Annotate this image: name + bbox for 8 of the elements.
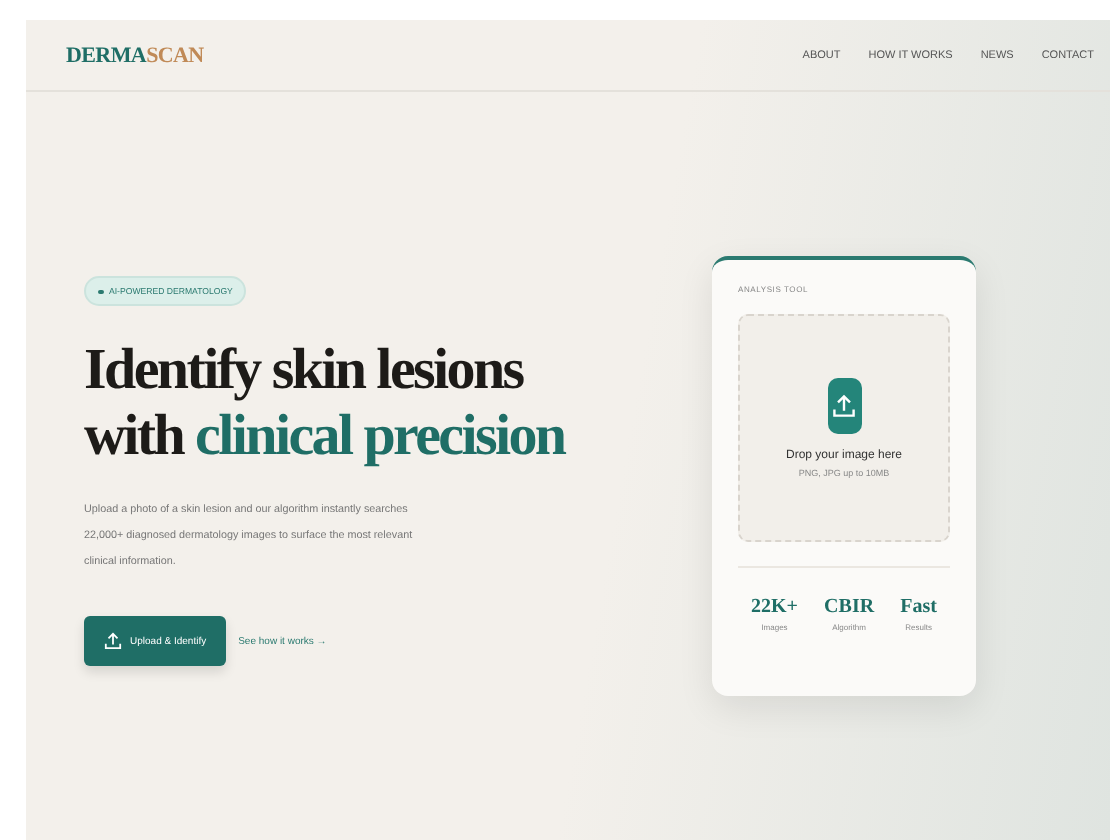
dot-icon xyxy=(98,289,103,294)
hero-heading: Identify skin lesions with clinical precision xyxy=(84,338,568,471)
upload-icon xyxy=(104,632,122,651)
logo[interactable]: DERMASCAN xyxy=(66,43,204,67)
stat-value: 22K+ xyxy=(751,596,798,618)
stat-value: Fast xyxy=(900,596,937,618)
upload-icon xyxy=(827,378,861,434)
stat-value: CBIR xyxy=(824,596,875,618)
